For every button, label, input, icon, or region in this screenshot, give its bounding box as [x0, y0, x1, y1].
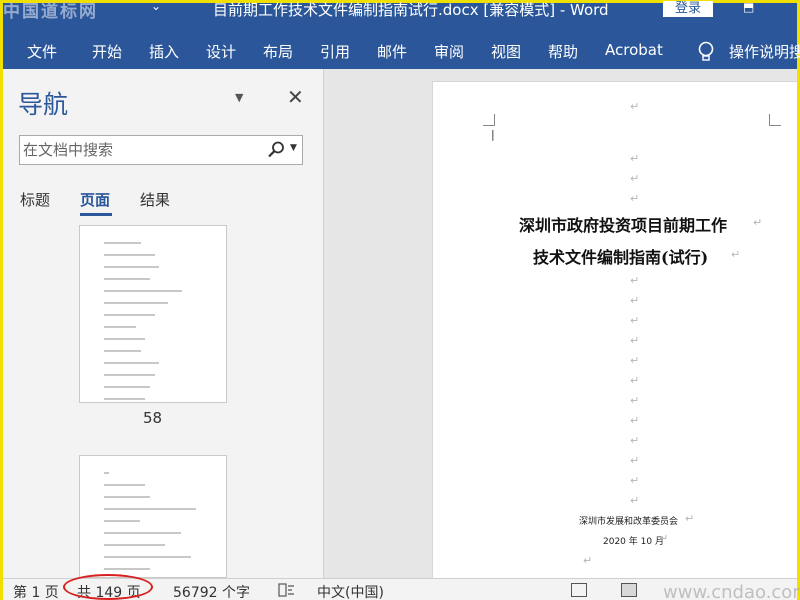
crop-mark-right: [769, 114, 781, 126]
nav-search-box[interactable]: ▼: [19, 135, 303, 165]
document-issuer: 深圳市发展和改革委员会: [579, 517, 679, 527]
tab-mailings[interactable]: 邮件: [377, 41, 407, 62]
nav-search-input[interactable]: [23, 140, 253, 160]
status-word-count[interactable]: 56792 个字: [173, 582, 250, 600]
watermark-top: 中国道标网: [3, 2, 98, 22]
tab-help[interactable]: 帮助: [548, 41, 578, 62]
navigation-pane: 导航 ▼ ✕ ▼ 标题 页面 结果 58: [3, 69, 324, 578]
paragraph-mark: ↵: [659, 532, 669, 545]
status-page-number[interactable]: 第 1 页: [13, 582, 59, 600]
nav-tab-results[interactable]: 结果: [140, 189, 170, 210]
tab-acrobat[interactable]: Acrobat: [605, 41, 663, 59]
crop-mark-left: [483, 114, 495, 126]
nav-tab-headings[interactable]: 标题: [20, 189, 50, 210]
thumbnail-page-number: 58: [143, 409, 163, 427]
page-thumbnail-59[interactable]: [79, 455, 227, 578]
paragraph-mark: ↵: [630, 294, 640, 307]
paragraph-mark: ↵: [630, 334, 640, 347]
print-layout-icon[interactable]: [621, 583, 637, 597]
nav-tab-active-indicator: [80, 213, 112, 216]
document-page[interactable]: | ↵ ↵ ↵ ↵ 深圳市政府投资项目前期工作 ↵ 技术文件编制指南(试行) ↵…: [432, 81, 797, 578]
paragraph-mark: ↵: [630, 314, 640, 327]
page-thumbnail-58[interactable]: [79, 225, 227, 403]
tab-view[interactable]: 视图: [491, 41, 521, 62]
search-options-chevron-icon[interactable]: ▼: [290, 143, 297, 153]
paragraph-mark: ↵: [630, 494, 640, 507]
window-title: 目前期工作技术文件编制指南试行.docx [兼容模式] - Word: [213, 1, 609, 19]
nav-options-dropdown-icon[interactable]: ▼: [235, 91, 243, 104]
paragraph-mark: ↵: [630, 454, 640, 467]
paragraph-mark: ↵: [630, 374, 640, 387]
login-button[interactable]: 登录: [663, 1, 714, 17]
tab-layout[interactable]: 布局: [263, 41, 293, 62]
annotation-circle-highlight: [63, 574, 153, 600]
paragraph-mark: ↵: [731, 248, 741, 261]
nav-title: 导航: [18, 90, 69, 119]
nav-tab-pages[interactable]: 页面: [80, 189, 110, 210]
watermark-bottom: www.cndao.com: [663, 582, 800, 600]
status-bar: 第 1 页 共 149 页 56792 个字 中文(中国) www.cndao.…: [3, 574, 800, 600]
document-title-line1: 深圳市政府投资项目前期工作: [519, 216, 728, 235]
paragraph-mark: ↵: [685, 512, 695, 525]
lightbulb-icon[interactable]: [697, 41, 715, 63]
tab-design[interactable]: 设计: [206, 41, 236, 62]
tab-insert[interactable]: 插入: [149, 41, 179, 62]
search-icon[interactable]: [266, 140, 286, 160]
paragraph-mark: ↵: [630, 434, 640, 447]
status-language[interactable]: 中文(中国): [317, 582, 384, 600]
paragraph-mark: ↵: [753, 216, 763, 229]
paragraph-mark: ↵: [630, 474, 640, 487]
tab-references[interactable]: 引用: [320, 41, 350, 62]
title-bar: 中国道标网 ⌄ 目前期工作技术文件编制指南试行.docx [兼容模式] - Wo…: [3, 0, 797, 22]
paragraph-mark: ↵: [630, 354, 640, 367]
tab-review[interactable]: 审阅: [434, 41, 464, 62]
paragraph-mark: ↵: [583, 554, 593, 567]
document-canvas[interactable]: | ↵ ↵ ↵ ↵ 深圳市政府投资项目前期工作 ↵ 技术文件编制指南(试行) ↵…: [325, 69, 797, 578]
proofing-icon[interactable]: [277, 582, 297, 598]
tell-me-search[interactable]: 操作说明搜: [729, 41, 800, 62]
paragraph-mark: ↵: [630, 394, 640, 407]
read-mode-icon[interactable]: [571, 583, 587, 597]
text-cursor: |: [491, 128, 495, 141]
tab-file[interactable]: 文件: [27, 41, 57, 62]
nav-close-icon[interactable]: ✕: [287, 85, 304, 109]
paragraph-mark: ↵: [630, 100, 640, 113]
share-icon[interactable]: ⬒: [743, 0, 754, 14]
paragraph-mark: ↵: [630, 172, 640, 185]
ribbon-tabs: 文件 开始 插入 设计 布局 引用 邮件 审阅 视图 帮助 Acrobat 操作…: [3, 21, 800, 69]
tab-home[interactable]: 开始: [92, 41, 122, 62]
quick-access-dropdown-icon[interactable]: ⌄: [151, 0, 161, 13]
paragraph-mark: ↵: [630, 192, 640, 205]
paragraph-mark: ↵: [630, 414, 640, 427]
document-date: 2020 年 10 月: [603, 537, 664, 547]
paragraph-mark: ↵: [630, 274, 640, 287]
paragraph-mark: ↵: [630, 152, 640, 165]
document-title-line2: 技术文件编制指南(试行): [533, 248, 709, 267]
